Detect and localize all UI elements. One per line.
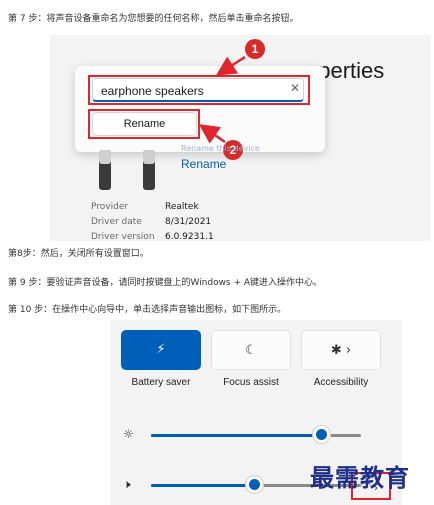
accessibility-tile[interactable]: ✱ › <box>301 330 381 370</box>
arrow-2 <box>198 124 226 144</box>
step-8-text: 第8步：然后，关闭所有设置窗口。 <box>8 249 149 259</box>
watermark: 最需教育 <box>310 463 410 492</box>
info-value-driver-date: 8/31/2021 <box>165 217 212 227</box>
faded-text: Rename this device <box>181 144 260 153</box>
speaker-left-cap <box>99 150 111 164</box>
moon-icon: ☾ <box>245 343 257 358</box>
info-label-provider: Provider <box>91 202 129 212</box>
focus-assist-label: Focus assist <box>223 377 279 388</box>
step-10-text: 第 10 步：在操作中心向导中，单击选择声音输出图标，如下图所示。 <box>8 305 287 315</box>
arrow-1 <box>215 55 246 76</box>
brightness-slider-fill <box>151 434 322 437</box>
step-7-text: 第 7 步：将声音设备重命名为您想要的任何名称，然后单击重命名按钮。 <box>8 14 299 24</box>
brightness-slider-thumb[interactable] <box>313 426 331 443</box>
info-label-driver-version: Driver version <box>91 232 155 241</box>
rename-link[interactable]: Rename <box>181 157 226 171</box>
sun-icon: ☼ <box>123 427 134 441</box>
accessibility-icon: ✱ › <box>330 343 352 358</box>
battery-saver-label: Battery saver <box>131 377 191 388</box>
info-value-driver-version: 6.0.9231.1 <box>165 232 214 241</box>
volume-slider-fill <box>151 484 254 487</box>
callout-badge-1: 1 <box>245 39 265 59</box>
battery-saver-tile[interactable]: ⚡ <box>121 330 201 370</box>
accessibility-label: Accessibility <box>313 377 369 388</box>
info-label-driver-date: Driver date <box>91 217 142 227</box>
step-9-text: 第 9 步：要验证声音设备，请同时按键盘上的Windows + A键进入操作中心… <box>8 278 323 288</box>
volume-slider-thumb[interactable] <box>245 476 263 493</box>
info-value-provider: Realtek <box>165 202 199 212</box>
speaker-icon: 🕨 <box>123 477 131 491</box>
speaker-right-cap <box>143 150 155 164</box>
battery-saver-icon: ⚡ <box>156 342 166 357</box>
rename-screenshot: operties earphone speakers ✕ Rename 1 2 … <box>50 35 431 241</box>
focus-assist-tile[interactable]: ☾ <box>211 330 291 370</box>
